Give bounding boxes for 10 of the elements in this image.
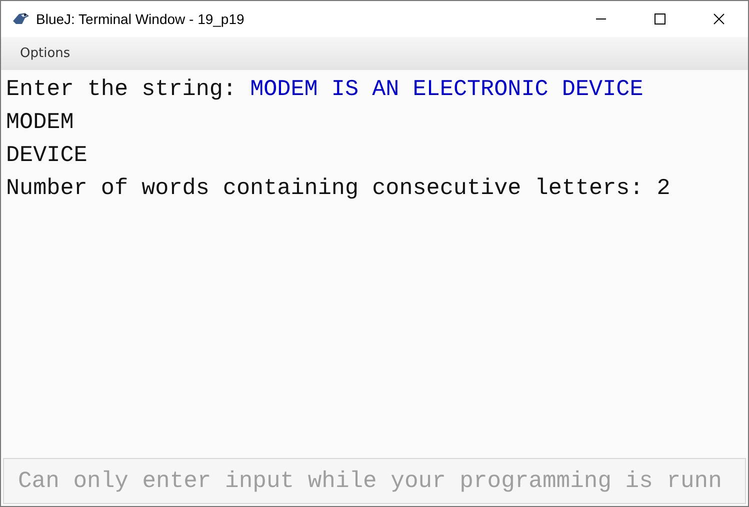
maximize-icon (654, 13, 666, 25)
window-title: BlueJ: Terminal Window - 19_p19 (36, 11, 246, 27)
output-text: MODEM (6, 109, 74, 135)
close-icon (712, 13, 724, 25)
output-text: Number of words containing consecutive letters: 2 (6, 175, 670, 201)
user-input-text: MODEM IS AN ELECTRONIC DEVICE (250, 76, 644, 102)
output-text: DEVICE (6, 142, 88, 168)
output-text: Enter the string: (6, 76, 238, 102)
menu-item[interactable]: Options (12, 42, 78, 65)
bird-icon (12, 11, 30, 27)
